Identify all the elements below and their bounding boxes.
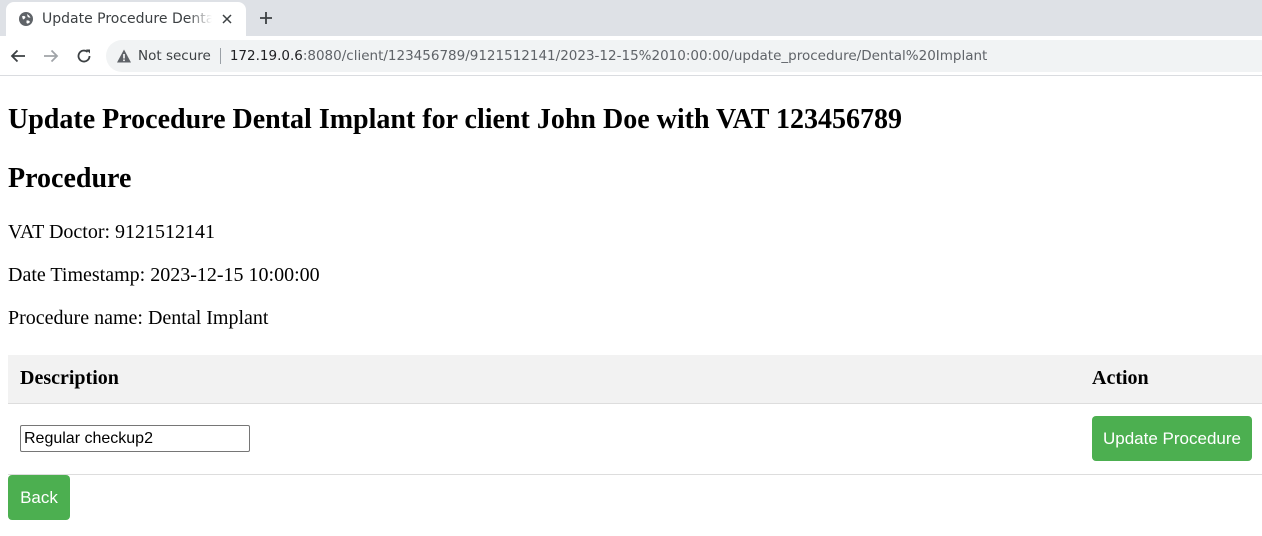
globe-icon	[19, 12, 33, 26]
close-icon[interactable]	[218, 10, 236, 28]
action-column-header: Action	[1080, 355, 1262, 404]
table-row: Update Procedure	[8, 403, 1262, 475]
browser-toolbar: Not secure 172.19.0.6:8080/client/123456…	[0, 36, 1262, 76]
not-secure-label[interactable]: Not secure	[138, 48, 211, 64]
browser-tab-strip: Update Procedure Dental Implant	[0, 0, 1262, 36]
page-title: Update Procedure Dental Implant for clie…	[8, 104, 902, 135]
date-timestamp-text: Date Timestamp: 2023-12-15 10:00:00	[8, 264, 320, 286]
description-cell	[8, 403, 1080, 475]
url-host: 172.19.0.6	[229, 48, 303, 64]
url-path: :8080/client/123456789/9121512141/2023-1…	[302, 48, 988, 64]
back-button[interactable]: Back	[8, 475, 70, 520]
browser-tab[interactable]: Update Procedure Dental Implant	[6, 2, 246, 36]
warning-icon	[117, 49, 131, 63]
vat-doctor-text: VAT Doctor: 9121512141	[8, 221, 216, 243]
reload-icon[interactable]	[72, 44, 96, 68]
update-procedure-button[interactable]: Update Procedure	[1092, 416, 1252, 461]
procedure-table: Description Action Update Procedure	[8, 355, 1262, 475]
description-column-header: Description	[8, 355, 1080, 404]
tab-title: Update Procedure Dental Implant	[42, 11, 212, 27]
description-input[interactable]	[20, 425, 250, 452]
action-cell: Update Procedure	[1080, 403, 1262, 475]
forward-arrow-icon[interactable]	[39, 44, 63, 68]
procedure-name-text: Procedure name: Dental Implant	[8, 307, 269, 329]
back-arrow-icon[interactable]	[6, 44, 30, 68]
table-header-row: Description Action	[8, 355, 1262, 404]
plus-icon[interactable]	[256, 8, 276, 28]
section-title: Procedure	[8, 163, 132, 194]
omnibox-separator	[219, 48, 221, 64]
address-bar[interactable]: Not secure 172.19.0.6:8080/client/123456…	[106, 40, 1262, 72]
